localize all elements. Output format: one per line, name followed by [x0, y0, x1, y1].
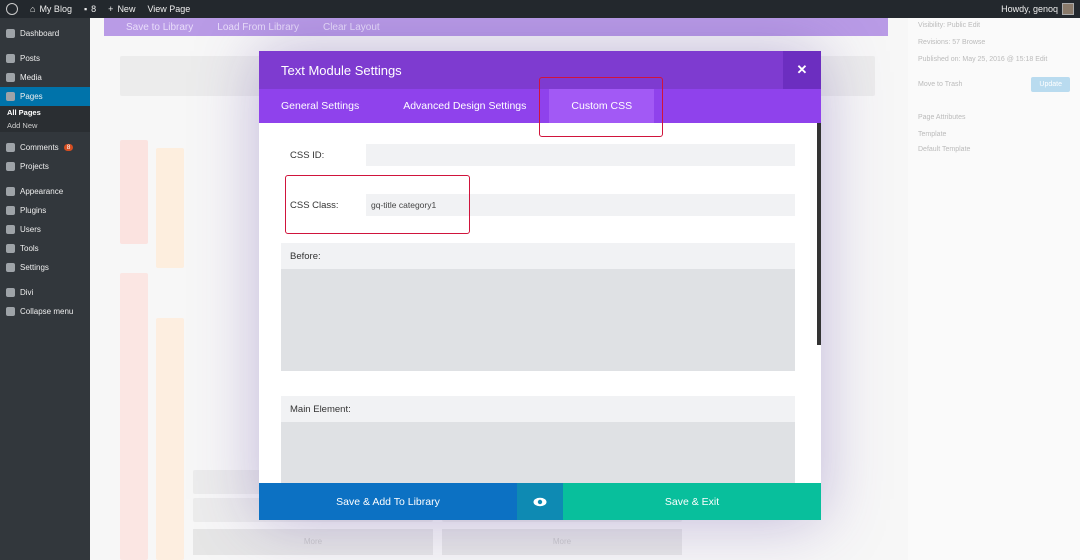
save-exit-button[interactable]: Save & Exit	[563, 483, 821, 520]
sidebar-item-settings[interactable]: Settings	[0, 258, 90, 277]
settings-icon	[6, 263, 15, 272]
sidebar-item-pages[interactable]: Pages	[0, 87, 90, 106]
users-icon	[6, 225, 15, 234]
sidebar-item-dashboard[interactable]: Dashboard	[0, 24, 90, 43]
home-icon: ⌂	[30, 4, 36, 14]
css-id-label: CSS ID:	[290, 149, 325, 161]
css-class-highlight	[285, 175, 470, 234]
comments-link[interactable]: ▪ 8	[78, 0, 102, 18]
modal-footer: Save & Add To Library Save & Exit	[259, 483, 821, 520]
sidebar-item-appearance[interactable]: Appearance	[0, 182, 90, 201]
custom-css-tab-highlight	[539, 77, 663, 137]
section-handle	[120, 140, 148, 244]
template-select[interactable]: Default Template	[918, 146, 1070, 153]
sidebar-item-posts[interactable]: Posts	[0, 49, 90, 68]
row-handle-2	[156, 318, 184, 560]
load-from-library-button[interactable]: Load From Library	[217, 22, 299, 33]
update-button[interactable]: Update	[1031, 77, 1070, 92]
sidebar-subitem-add-new[interactable]: Add New	[0, 119, 90, 132]
clear-layout-button[interactable]: Clear Layout	[323, 22, 380, 33]
site-name-link[interactable]: ⌂ My Blog	[24, 0, 78, 18]
more-button-left[interactable]: More	[193, 529, 433, 555]
sidebar-item-plugins[interactable]: Plugins	[0, 201, 90, 220]
sidebar-subitem-all-pages[interactable]: All Pages	[0, 106, 90, 119]
sidebar-item-projects[interactable]: Projects	[0, 157, 90, 176]
template-label: Template	[918, 131, 947, 138]
main-element-css-block: Main Element:	[281, 396, 795, 483]
comment-icon: ▪	[83, 4, 88, 14]
before-label: Before:	[281, 243, 795, 269]
modal-title: Text Module Settings	[281, 62, 402, 78]
wordpress-logo-icon[interactable]	[0, 0, 24, 18]
close-button[interactable]: ✕	[783, 51, 821, 89]
before-css-textarea[interactable]	[281, 269, 795, 371]
projects-icon	[6, 162, 15, 171]
save-to-library-button[interactable]: Save to Library	[126, 22, 193, 33]
comments-badge: 8	[63, 144, 74, 151]
media-icon	[6, 73, 15, 82]
text-module-settings-modal: Text Module Settings ✕ General Settings …	[259, 51, 821, 520]
plugins-icon	[6, 206, 15, 215]
close-icon: ✕	[796, 62, 808, 77]
admin-bar: ⌂ My Blog ▪ 8 + New View Page Howdy, gen…	[0, 0, 1080, 18]
save-add-to-library-button[interactable]: Save & Add To Library	[259, 483, 517, 520]
modal-scrollbar[interactable]	[817, 123, 821, 345]
visibility-text: Visibility: Public Edit	[918, 22, 981, 29]
avatar	[1062, 3, 1074, 15]
published-text: Published on: May 25, 2016 @ 15:18 Edit	[918, 56, 1048, 63]
builder-toolbar: Save to Library Load From Library Clear …	[104, 18, 888, 36]
before-css-block: Before:	[281, 243, 795, 371]
main-element-label: Main Element:	[281, 396, 795, 422]
eye-icon	[533, 497, 547, 506]
sidebar-item-media[interactable]: Media	[0, 68, 90, 87]
css-id-row: CSS ID:	[281, 144, 795, 166]
pin-icon	[6, 54, 15, 63]
sidebar-item-divi[interactable]: Divi	[0, 283, 90, 302]
sidebar-item-comments[interactable]: Comments 8	[0, 138, 90, 157]
sidebar-item-users[interactable]: Users	[0, 220, 90, 239]
view-page-link[interactable]: View Page	[141, 0, 196, 18]
sidebar-item-collapse[interactable]: Collapse menu	[0, 302, 90, 321]
plus-icon: +	[108, 4, 114, 14]
appearance-icon	[6, 187, 15, 196]
sidebar-item-tools[interactable]: Tools	[0, 239, 90, 258]
row-handle	[156, 148, 184, 268]
more-button-right[interactable]: More	[442, 529, 682, 555]
css-id-input[interactable]	[366, 144, 795, 166]
preview-button[interactable]	[517, 483, 563, 520]
move-to-trash-link[interactable]: Move to Trash	[918, 81, 962, 88]
new-content-link[interactable]: + New	[102, 0, 141, 18]
tab-advanced-design-settings[interactable]: Advanced Design Settings	[381, 89, 548, 123]
tab-general-settings[interactable]: General Settings	[259, 89, 381, 123]
pages-icon	[6, 92, 15, 101]
revisions-text: Revisions: 57 Browse	[918, 39, 986, 46]
collapse-icon	[6, 307, 15, 316]
dashboard-icon	[6, 29, 15, 38]
account-menu[interactable]: Howdy, genoq	[995, 0, 1080, 18]
tools-icon	[6, 244, 15, 253]
page-attributes-title: Page Attributes	[918, 114, 966, 121]
admin-sidebar: Dashboard Posts Media Pages All Pages Ad…	[0, 18, 90, 560]
section-handle-2	[120, 273, 148, 560]
publish-sidebar: Visibility: Public Edit Revisions: 57 Br…	[908, 18, 1080, 560]
main-element-css-textarea[interactable]	[281, 422, 795, 483]
comments-icon	[6, 143, 15, 152]
divi-icon	[6, 288, 15, 297]
